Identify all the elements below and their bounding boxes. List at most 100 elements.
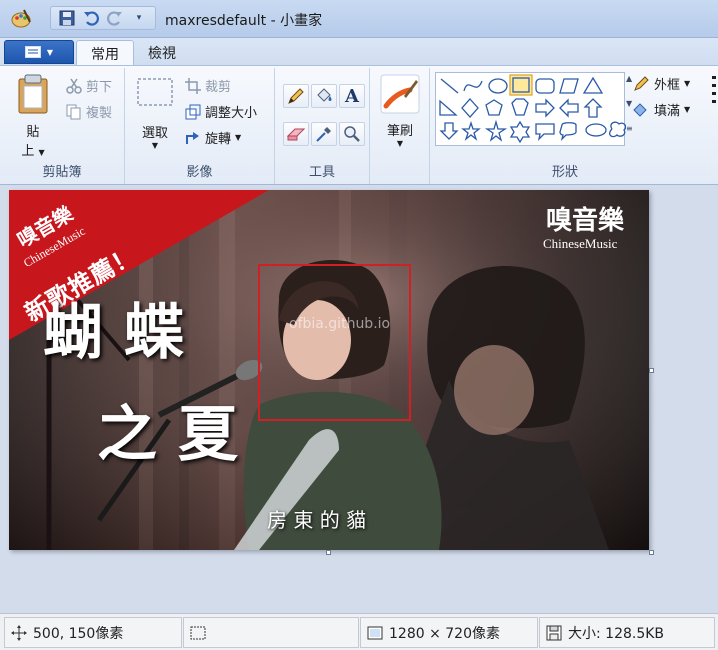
copy-label: 複製 — [86, 106, 113, 121]
crop-icon — [185, 77, 201, 94]
brush-icon — [380, 74, 420, 114]
brushes-label: 筆刷 — [386, 124, 413, 139]
tab-view[interactable]: 檢視 — [134, 40, 190, 66]
selection-rectangle-icon — [190, 626, 206, 640]
paste-button[interactable]: 貼 上 ▼ — [12, 74, 54, 159]
file-size-cell: 大小: 128.5KB — [539, 617, 715, 648]
copy-button[interactable]: 複製 — [66, 102, 112, 121]
outline-pen-icon — [632, 75, 650, 93]
redo-icon[interactable] — [105, 9, 125, 27]
resize-handle-right[interactable] — [649, 368, 654, 373]
resize-handle-bottom[interactable] — [326, 550, 331, 555]
shape-diamond-icon — [461, 98, 479, 118]
quick-access-toolbar: ▾ — [50, 6, 156, 30]
shape-triangle-icon — [582, 76, 604, 94]
outline-dropdown-icon: ▼ — [684, 79, 691, 88]
scissors-icon — [66, 78, 82, 94]
artist-name: 房 東 的 貓 — [267, 508, 367, 532]
pencil-icon[interactable] — [283, 84, 309, 108]
fill-bucket-icon[interactable] — [311, 84, 337, 108]
disk-icon — [546, 625, 562, 641]
text-icon[interactable]: A — [339, 84, 365, 108]
image-dimensions: 1280 × 720像素 — [389, 625, 500, 642]
shape-5-point-star-icon — [484, 119, 508, 142]
fill-dropdown-icon: ▼ — [684, 105, 691, 114]
outline-label: 外框 — [654, 78, 681, 93]
select-dropdown-icon: ▼ — [151, 141, 159, 150]
shape-right-arrow-icon — [535, 98, 555, 118]
shape-up-arrow-icon — [583, 98, 603, 118]
resize-icon — [185, 104, 201, 120]
shape-down-arrow-icon — [439, 122, 459, 140]
magnifier-icon[interactable] — [339, 122, 365, 146]
file-menu-icon: ▼ — [24, 46, 53, 58]
customize-dropdown-icon[interactable]: ▾ — [129, 9, 149, 27]
ribbon: 貼 上 ▼ 剪下 複製 剪貼簿 選取 ▼ 裁剪 調整大小 旋轉 ▼ 影像 A 工… — [0, 65, 718, 185]
logo-sub: ChineseMusic — [543, 236, 618, 251]
rotate-icon — [185, 130, 201, 146]
eraser-icon[interactable] — [283, 122, 309, 146]
canvas-workspace[interactable]: 嗅音樂 ChineseMusic 新歌推薦！ 嗅音樂 ChineseMusic … — [0, 185, 718, 613]
rotate-label: 旋轉 — [205, 132, 232, 147]
image-dimensions-icon — [367, 626, 383, 640]
clipboard-icon — [16, 74, 50, 114]
shapes-group-label: 形狀 — [551, 165, 578, 180]
brushes-button[interactable]: 筆刷 ▼ — [377, 74, 423, 160]
image-group: 選取 ▼ 裁剪 調整大小 旋轉 ▼ 影像 — [125, 68, 275, 184]
fill-button[interactable]: 填滿 ▼ — [632, 100, 690, 119]
image-dimensions-cell: 1280 × 720像素 — [360, 617, 538, 648]
resize-label: 調整大小 — [205, 106, 258, 121]
shape-oval-callout-icon — [585, 123, 607, 137]
image-canvas[interactable]: 嗅音樂 ChineseMusic 新歌推薦！ 嗅音樂 ChineseMusic … — [9, 190, 649, 550]
paint-palette-icon[interactable] — [10, 8, 32, 30]
paste-sub-label: 上 ▼ — [21, 144, 45, 159]
shape-6-point-star-icon — [509, 120, 531, 144]
tools-group: A 工具 — [275, 68, 370, 184]
shape-4-point-star-icon — [461, 120, 481, 141]
shapes-expand-icon[interactable]: ≡ — [626, 124, 633, 133]
song-title-line-2: 之 夏 — [97, 400, 238, 470]
status-bar: 500, 150像素 1280 × 720像素 大小: 128.5KB — [0, 613, 718, 650]
tab-home[interactable]: 常用 — [76, 40, 134, 66]
size-line-icon[interactable] — [712, 76, 716, 106]
shapes-gallery — [435, 72, 627, 146]
cursor-position: 500, 150像素 — [33, 625, 124, 642]
rotate-button[interactable]: 旋轉 ▼ — [185, 128, 241, 147]
file-size: 大小: 128.5KB — [568, 625, 665, 642]
copy-icon — [66, 104, 82, 120]
select-button[interactable]: 選取 ▼ — [135, 78, 175, 158]
undo-icon[interactable] — [81, 9, 101, 27]
window-title: maxresdefault - 小畫家 — [165, 13, 323, 29]
shape-cloud-callout-icon — [609, 121, 627, 138]
selection-size-cell — [183, 617, 359, 648]
logo-main: 嗅音樂 — [546, 206, 625, 236]
cut-button[interactable]: 剪下 — [66, 76, 112, 95]
clipboard-group: 貼 上 ▼ 剪下 複製 剪貼簿 — [0, 68, 125, 184]
brushes-dropdown-icon: ▼ — [396, 139, 404, 148]
shape-rounded-callout-icon — [559, 122, 577, 142]
cursor-position-cell: 500, 150像素 — [4, 617, 182, 648]
shape-line-icon — [440, 78, 459, 94]
rotate-dropdown-icon: ▼ — [235, 133, 242, 142]
shapes-gallery-grid — [439, 74, 627, 144]
shape-pentagon-icon — [485, 99, 503, 116]
resize-handle-corner[interactable] — [649, 550, 654, 555]
file-menu-button[interactable]: ▼ — [4, 40, 74, 64]
color-picker-icon[interactable] — [311, 122, 337, 146]
crop-label: 裁剪 — [205, 80, 232, 95]
outline-button[interactable]: 外框 ▼ — [632, 74, 690, 93]
paste-label: 貼 — [26, 125, 40, 140]
shape-oval-icon — [488, 78, 508, 94]
brushes-group: 筆刷 ▼ — [370, 68, 430, 184]
cut-label: 剪下 — [86, 80, 113, 95]
face-selection-rectangle[interactable] — [258, 264, 411, 421]
shape-polygon-icon — [559, 78, 579, 94]
image-group-label: 影像 — [186, 165, 213, 180]
shape-rounded-rectangle-icon — [535, 78, 555, 94]
shape-right-triangle-icon — [439, 99, 458, 116]
tools-group-label: 工具 — [308, 165, 335, 180]
song-title-line-1: 蝴 蝶 — [43, 298, 184, 368]
save-icon[interactable] — [57, 9, 77, 27]
resize-button[interactable]: 調整大小 — [185, 102, 257, 121]
crop-button[interactable]: 裁剪 — [185, 76, 231, 95]
